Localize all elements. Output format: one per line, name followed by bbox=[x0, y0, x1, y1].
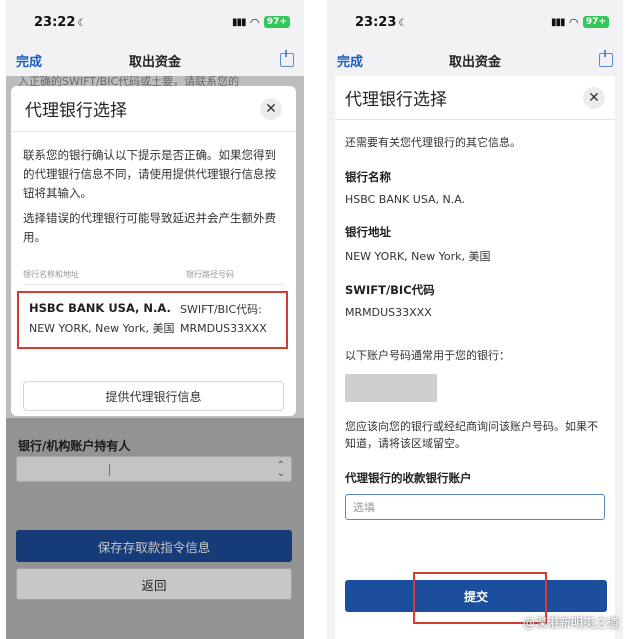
bank-option-row[interactable]: HSBC BANK USA, N.A. NEW YORK, New York, … bbox=[17, 291, 288, 349]
done-button[interactable]: 完成 bbox=[16, 51, 42, 70]
swift-code: MRMDUS33XXX bbox=[180, 322, 267, 335]
do-not-disturb-icon: ☾ bbox=[77, 17, 87, 29]
status-bar: 23:23 ☾ ▮▮▮ ◠ 97+ bbox=[327, 0, 623, 44]
wifi-icon: ◠ bbox=[250, 15, 259, 29]
status-bar: 23:22 ☾ ▮▮▮ ◠ 97+ bbox=[6, 0, 304, 44]
bank-address-value: NEW YORK, New York, 美国 bbox=[345, 250, 491, 263]
ask-bank-text: 您应该向您的银行或经纪商询问该账户号码。如果不知道，请将该区域留空。 bbox=[345, 420, 598, 450]
sheet-title: 代理银行选择 bbox=[345, 90, 447, 110]
modal-instructions: 联系您的银行确认以下提示是否正确。如果您得到的代理银行信息不同，请使用提供代理银… bbox=[23, 148, 276, 200]
sheet-intro: 还需要有关您代理银行的其它信息。 bbox=[345, 136, 521, 149]
left-screenshot: 23:22 ☾ ▮▮▮ ◠ 97+ 完成 取出资金 入正确的SWIFT/BIC代码… bbox=[6, 0, 304, 639]
bank-name-value: HSBC BANK USA, N.A. bbox=[345, 193, 466, 206]
swift-label: SWIFT/BIC代码: bbox=[180, 303, 262, 316]
share-icon[interactable] bbox=[280, 50, 294, 67]
battery-icon: 97+ bbox=[263, 16, 290, 28]
page-title: 取出资金 bbox=[128, 54, 181, 70]
right-screenshot: 23:23 ☾ ▮▮▮ ◠ 97+ 完成 取出资金 代理银行选择 ✕ 还需要有关您… bbox=[327, 0, 623, 639]
status-time: 23:22 bbox=[34, 14, 76, 30]
nav-bar: 完成 取出资金 bbox=[6, 44, 304, 76]
bank-table-header: 银行名称和地址 银行路径号码 bbox=[23, 269, 284, 285]
modal-warning: 选择错误的代理银行可能导致延迟并会产生额外费用。 bbox=[23, 211, 276, 244]
watermark: @深港新明夷之道 bbox=[522, 616, 619, 630]
swift-code-value: MRMDUS33XXX bbox=[345, 306, 432, 319]
account-holder-label: 银行/机构账户持有人 bbox=[18, 439, 131, 453]
bank-address-label: 银行地址 bbox=[345, 225, 391, 239]
provide-bank-info-button[interactable]: 提供代理银行信息 bbox=[23, 381, 284, 411]
signal-icon: ▮▮▮ bbox=[231, 16, 246, 28]
bank-name: HSBC BANK USA, N.A. bbox=[29, 301, 171, 315]
save-instructions-button[interactable]: 保存存取款指令信息 bbox=[16, 530, 292, 562]
close-icon[interactable]: ✕ bbox=[260, 97, 282, 120]
done-button[interactable]: 完成 bbox=[337, 51, 363, 70]
redacted-account-number bbox=[345, 374, 437, 402]
select-arrows-icon: ⌃ ⌄ bbox=[276, 460, 285, 479]
receiving-account-input[interactable]: 选填 bbox=[345, 494, 605, 520]
bank-address: NEW YORK, New York, 美国 bbox=[29, 322, 175, 335]
header-bank-name: 银行名称和地址 bbox=[23, 270, 79, 279]
modal-title: 代理银行选择 bbox=[25, 101, 127, 121]
correspondent-bank-details-sheet: 代理银行选择 ✕ 还需要有关您代理银行的其它信息。 银行名称 HSBC BANK… bbox=[335, 76, 615, 639]
page-title: 取出资金 bbox=[448, 54, 501, 70]
do-not-disturb-icon: ☾ bbox=[398, 17, 408, 29]
nav-bar: 完成 取出资金 bbox=[327, 44, 623, 76]
share-icon[interactable] bbox=[599, 50, 613, 67]
bank-name-label: 银行名称 bbox=[345, 170, 391, 184]
status-time: 23:23 bbox=[355, 14, 397, 30]
battery-icon: 97+ bbox=[582, 16, 609, 28]
close-icon[interactable]: ✕ bbox=[583, 86, 605, 109]
swift-code-label: SWIFT/BIC代码 bbox=[345, 283, 435, 297]
back-button[interactable]: 返回 bbox=[16, 568, 292, 600]
correspondent-bank-modal: 代理银行选择 ✕ 联系您的银行确认以下提示是否正确。如果您得到的代理银行信息不同… bbox=[11, 86, 296, 416]
account-holder-select[interactable]: ⌃ ⌄ bbox=[16, 456, 292, 482]
wifi-icon: ◠ bbox=[569, 15, 578, 29]
header-route-number: 银行路径号码 bbox=[186, 270, 234, 279]
account-number-hint: 以下账户号码通常用于您的银行： bbox=[345, 349, 510, 362]
receiving-account-label: 代理银行的收款银行账户 bbox=[345, 471, 472, 485]
signal-icon: ▮▮▮ bbox=[550, 16, 565, 28]
